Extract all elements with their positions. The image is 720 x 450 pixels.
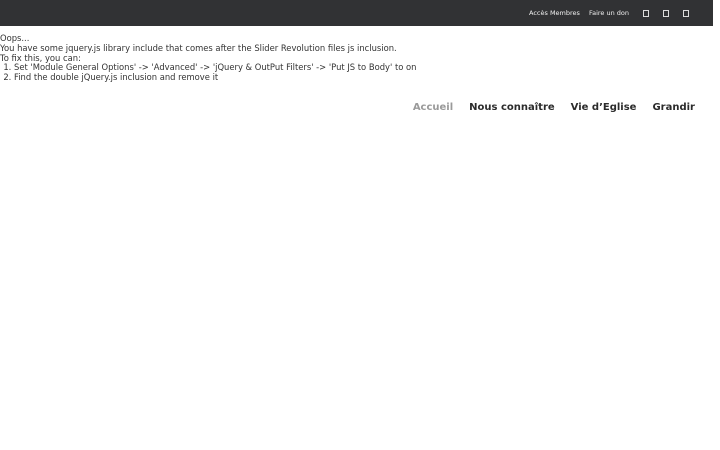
page-edge xyxy=(713,0,720,450)
nav-item-vie-eglise[interactable]: Vie d’Eglise xyxy=(571,102,637,113)
top-nav: Accès Membres Faire un don xyxy=(520,0,689,26)
donate-link[interactable]: Faire un don xyxy=(589,9,629,17)
nav-item-accueil[interactable]: Accueil xyxy=(413,102,453,113)
members-access-link[interactable]: Accès Membres xyxy=(529,9,580,17)
instagram-icon[interactable] xyxy=(663,9,669,17)
top-bar: Accès Membres Faire un don xyxy=(0,0,713,26)
youtube-icon[interactable] xyxy=(683,9,689,17)
fix-step: Find the double jQuery.js inclusion and … xyxy=(14,72,480,83)
main-nav: Accueil Nous connaître Vie d’Eglise Gran… xyxy=(397,99,695,115)
slider-error-message: Oops... You have some jquery.js library … xyxy=(0,33,480,83)
nav-item-grandir[interactable]: Grandir xyxy=(652,102,695,113)
nav-item-nous-connaitre[interactable]: Nous connaître xyxy=(469,102,555,113)
error-fix-steps: Set 'Module General Options' -> 'Advance… xyxy=(0,63,480,83)
facebook-icon[interactable] xyxy=(643,9,649,17)
